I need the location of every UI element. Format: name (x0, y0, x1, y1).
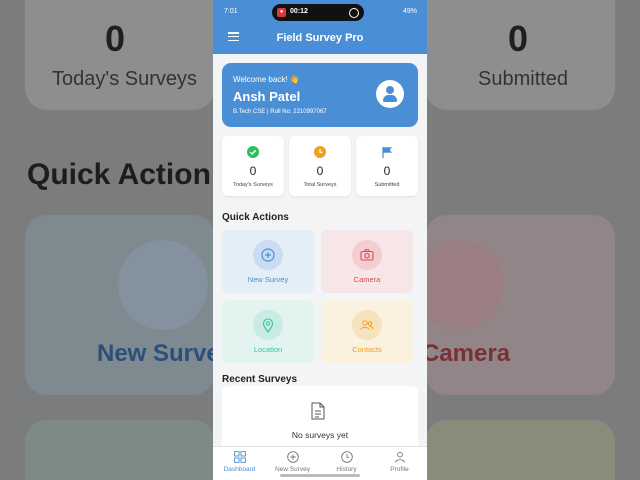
stat-card-todays-surveys[interactable]: 0 Today's Surveys (222, 136, 284, 196)
app-bar: Field Survey Pro (213, 24, 427, 54)
location-tile[interactable]: Location (222, 300, 314, 363)
bg-stat-left-value: 0 (105, 18, 126, 59)
check-circle-icon (247, 146, 259, 158)
bg-stat-right-label: Submitted (478, 68, 569, 90)
nav-label: Dashboard (223, 466, 256, 473)
recording-time: 00:12 (290, 8, 308, 15)
clock-icon (314, 146, 326, 158)
battery-level: 49% (402, 8, 417, 15)
bg-quick-actions-title: Quick Action (27, 158, 211, 191)
bg-stat-right-value: 0 (508, 18, 529, 59)
person-icon (394, 451, 405, 463)
quick-actions-title: Quick Actions (222, 212, 289, 223)
tile-label: Camera (353, 275, 381, 284)
document-icon (311, 402, 325, 420)
camera-icon (360, 249, 374, 261)
plus-circle-icon (261, 248, 275, 262)
bg-stat-left-label: Today's Surveys (52, 68, 197, 90)
tile-icon-circle (253, 240, 283, 270)
status-bar: 7:01 ● 00:12 49% (213, 0, 427, 24)
stat-card-total-surveys[interactable]: 0 Total Surveys (289, 136, 351, 196)
bg-tile-bottom-left (25, 420, 215, 480)
stat-label: Today's Surveys (233, 182, 273, 188)
bg-tile-right-label: Camera (422, 340, 511, 367)
location-pin-icon (262, 318, 274, 333)
tile-label: Contacts (352, 345, 382, 354)
user-details: B.Tech CSE | Roll No: 2210997067 (233, 109, 327, 115)
status-time: 7:01 (224, 8, 238, 15)
nav-new-survey[interactable]: New Survey (266, 451, 319, 473)
tile-icon-circle (253, 310, 283, 340)
new-survey-tile[interactable]: New Survey (222, 230, 314, 293)
tile-label: New Survey (247, 275, 289, 284)
stat-card-submitted[interactable]: 0 Submitted (356, 136, 418, 196)
recent-surveys-title: Recent Surveys (222, 374, 298, 385)
app-title: Field Survey Pro (276, 32, 364, 44)
stat-label: Total Surveys (303, 182, 337, 188)
avatar-icon[interactable] (376, 80, 404, 108)
empty-state-text: No surveys yet (291, 430, 349, 440)
screen-recording-pill[interactable]: ● 00:12 (272, 4, 364, 21)
tile-label: Location (253, 345, 283, 354)
welcome-card: Welcome back! 👋 Ansh Patel B.Tech CSE | … (222, 63, 418, 127)
bg-tile-right-circle (414, 240, 504, 330)
clock-icon (340, 451, 353, 463)
contacts-icon (360, 320, 374, 330)
phone-screen: 7:01 ● 00:12 49% Field Survey Pro Welcom… (213, 0, 427, 480)
bg-tile-bottom-right (425, 420, 615, 480)
nav-history[interactable]: History (320, 451, 373, 473)
nav-label: Profile (390, 466, 409, 473)
nav-profile[interactable]: Profile (373, 451, 426, 473)
camera-tile[interactable]: Camera (321, 230, 413, 293)
stat-value: 0 (316, 164, 324, 178)
stat-value: 0 (249, 164, 257, 178)
stop-record-icon[interactable] (349, 8, 359, 18)
record-icon: ● (277, 8, 286, 17)
tile-icon-circle (352, 240, 382, 270)
user-name: Ansh Patel (233, 89, 301, 104)
tile-icon-circle (352, 310, 382, 340)
stat-value: 0 (383, 164, 391, 178)
welcome-greeting: Welcome back! 👋 (233, 75, 300, 84)
nav-dashboard[interactable]: Dashboard (213, 451, 266, 473)
nav-label: New Survey (274, 466, 311, 473)
plus-circle-icon (286, 451, 299, 463)
contacts-tile[interactable]: Contacts (321, 300, 413, 363)
stat-label: Submitted (374, 182, 400, 188)
flag-icon (382, 147, 392, 158)
bg-tile-left-circle (118, 240, 208, 330)
home-indicator[interactable] (280, 474, 360, 477)
grid-icon (233, 451, 246, 463)
nav-label: History (336, 466, 357, 473)
